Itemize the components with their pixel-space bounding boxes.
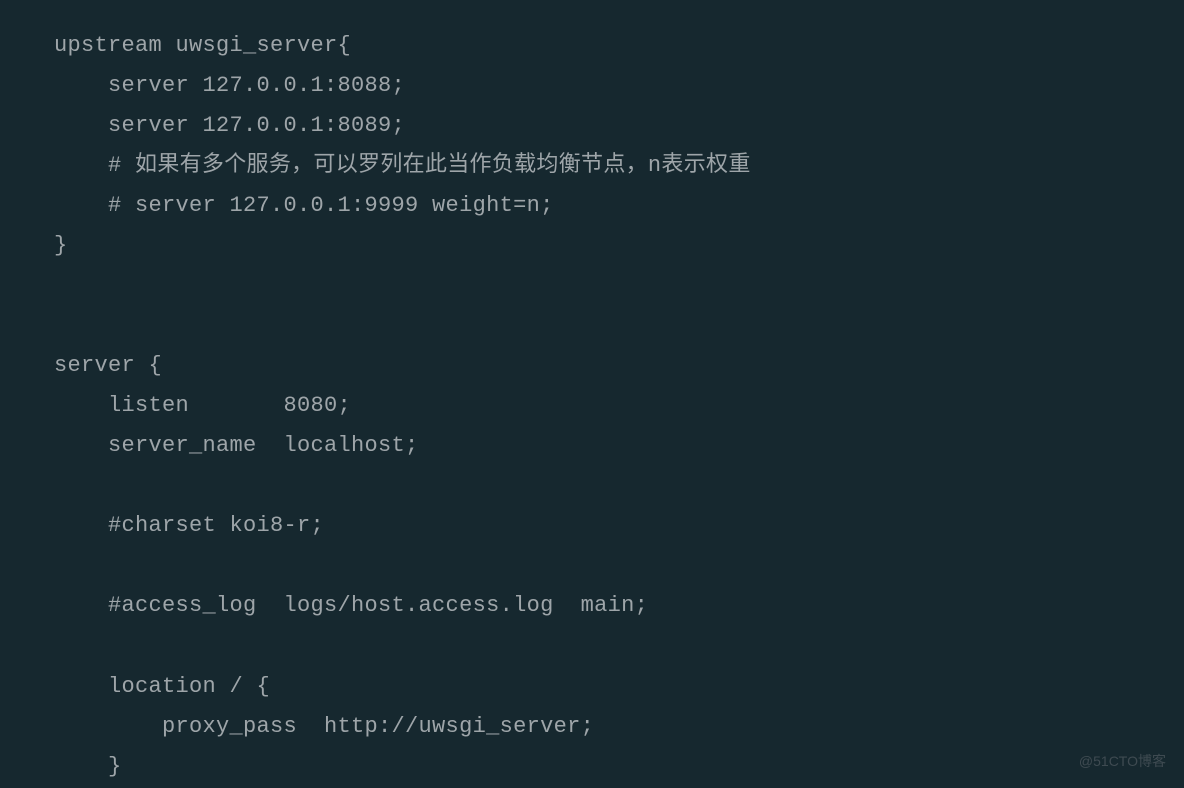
code-line: #access_log logs/host.access.log main;	[54, 593, 648, 618]
code-line: server {	[54, 353, 162, 378]
code-line: server_name localhost;	[54, 433, 419, 458]
code-line: server 127.0.0.1:8089;	[54, 113, 405, 138]
code-line: # server 127.0.0.1:9999 weight=n;	[54, 193, 554, 218]
watermark-text: @51CTO博客	[1079, 749, 1166, 774]
code-line: upstream uwsgi_server{	[54, 33, 351, 58]
code-line: # 如果有多个服务，可以罗列在此当作负载均衡节点，n表示权重	[54, 153, 751, 178]
code-line: listen 8080;	[54, 393, 351, 418]
code-line: #charset koi8-r;	[54, 513, 324, 538]
code-line: server 127.0.0.1:8088;	[54, 73, 405, 98]
code-line: proxy_pass http://uwsgi_server;	[54, 714, 594, 739]
code-line: }	[54, 233, 68, 258]
code-line: }	[54, 754, 122, 779]
code-line: location / {	[54, 674, 270, 699]
code-block: upstream uwsgi_server{ server 127.0.0.1:…	[54, 26, 1130, 787]
